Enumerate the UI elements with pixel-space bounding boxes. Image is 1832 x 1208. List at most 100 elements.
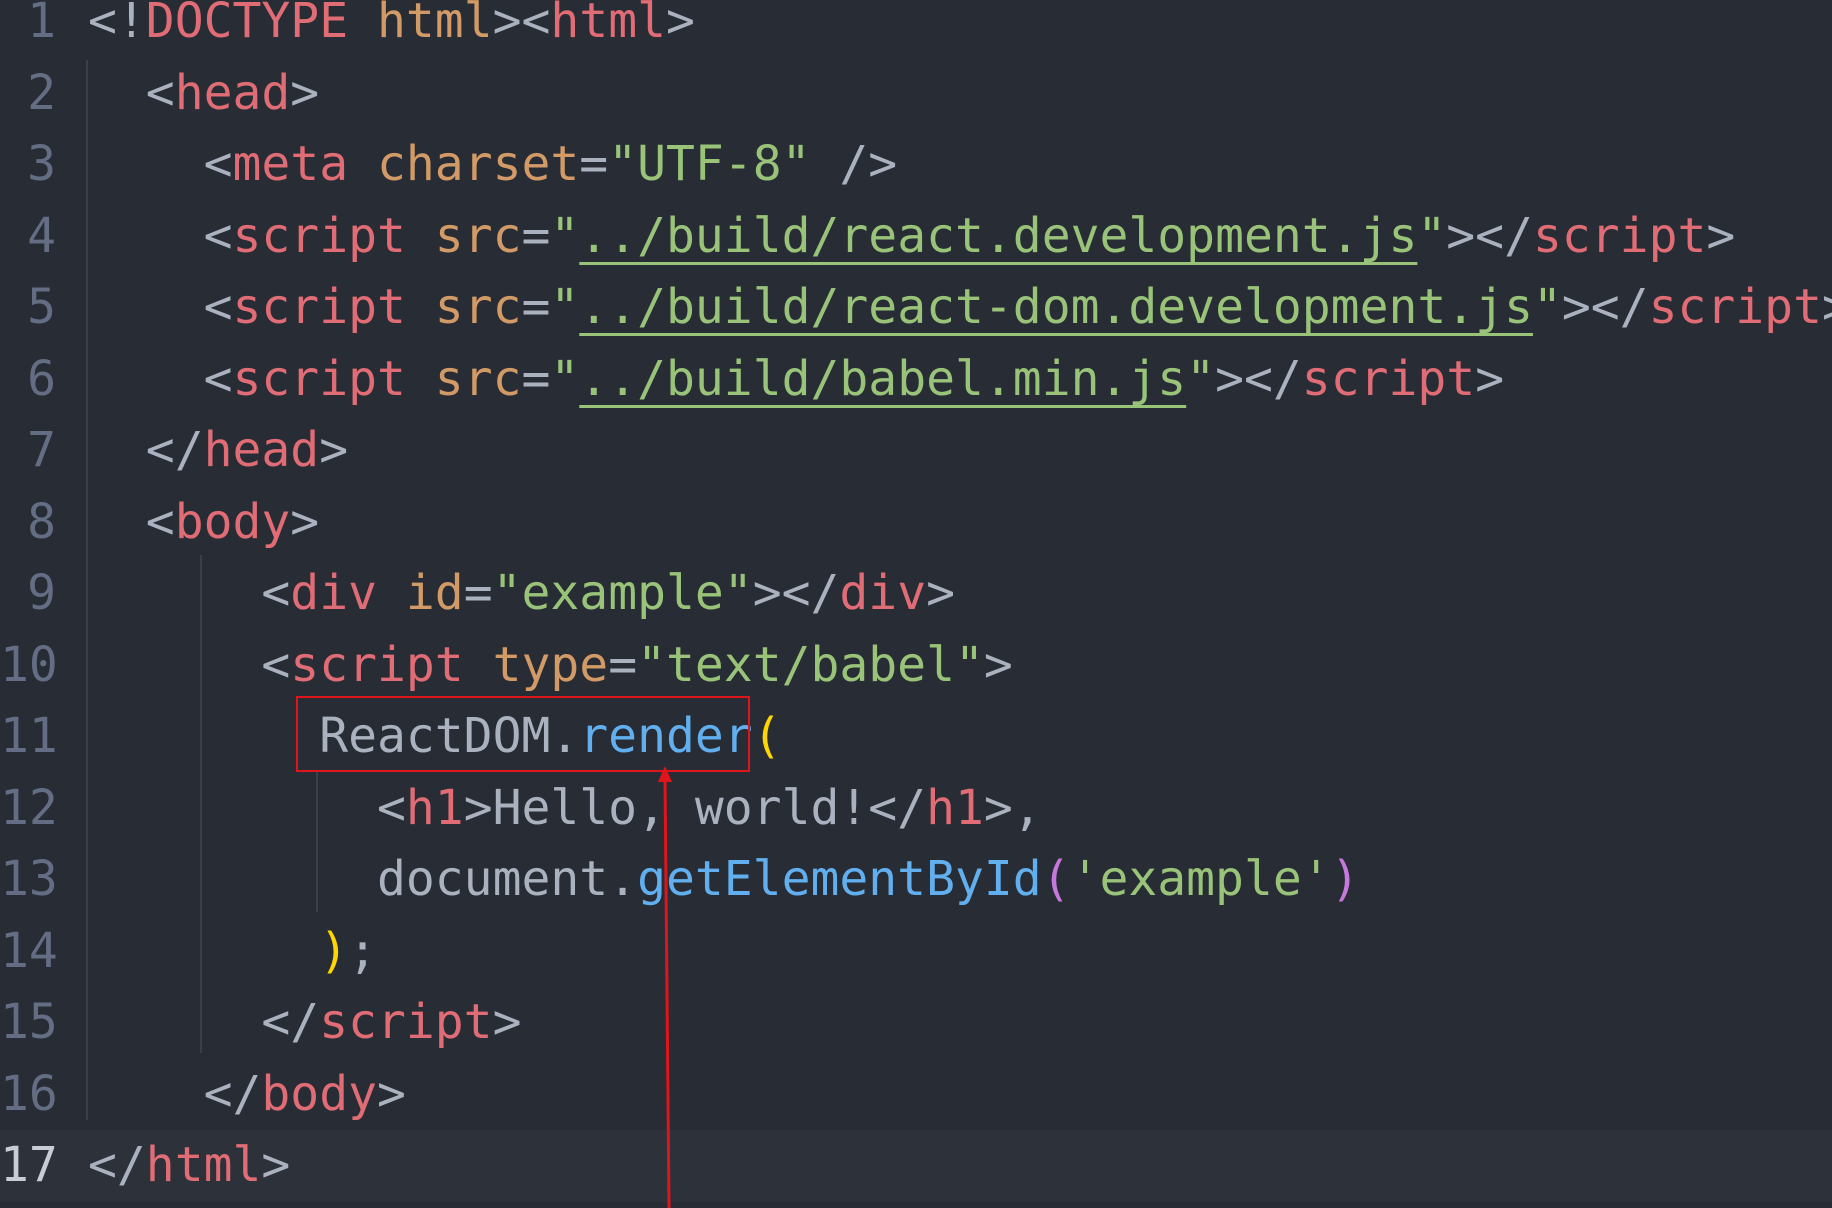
line-code: ); bbox=[88, 916, 377, 988]
code-line[interactable]: 16 </body> bbox=[0, 1059, 1832, 1131]
code-token: " bbox=[1417, 207, 1447, 264]
code-token: ></ bbox=[1446, 207, 1533, 264]
code-token: html bbox=[377, 0, 493, 49]
code-token: > bbox=[261, 1137, 291, 1193]
code-line[interactable]: 15 </script> bbox=[0, 987, 1832, 1059]
code-token: > bbox=[492, 994, 522, 1050]
code-token: > bbox=[1706, 207, 1736, 264]
code-token: < bbox=[88, 636, 291, 693]
code-token: script bbox=[232, 350, 406, 407]
code-line[interactable]: 3 <meta charset="UTF-8" /> bbox=[0, 129, 1832, 201]
line-code: <body> bbox=[88, 487, 319, 559]
code-token: <! bbox=[88, 0, 146, 49]
code-token: >< bbox=[492, 0, 551, 49]
line-number: 12 bbox=[0, 779, 58, 836]
line-code: </script> bbox=[88, 987, 521, 1059]
code-token: html bbox=[550, 0, 666, 49]
code-line[interactable]: 17 </html> bbox=[0, 1130, 1832, 1202]
code-token: > bbox=[376, 1065, 406, 1122]
code-token: </ bbox=[88, 1137, 146, 1193]
code-line[interactable]: 5 <script src="../build/react-dom.develo… bbox=[0, 272, 1832, 344]
code-token: ></ bbox=[1215, 350, 1302, 407]
line-number: 13 bbox=[0, 851, 58, 907]
line-code: <script src="../build/babel.min.js"></sc… bbox=[88, 344, 1505, 416]
code-line[interactable]: 9 <div id="example"></div> bbox=[0, 558, 1832, 630]
line-number: 15 bbox=[0, 994, 58, 1050]
code-token: < bbox=[88, 493, 175, 550]
code-token: DOCTYPE bbox=[145, 0, 349, 49]
line-number: 17 bbox=[0, 1137, 58, 1193]
code-token: script bbox=[1301, 350, 1476, 407]
code-token: html bbox=[145, 1137, 262, 1193]
code-token: " bbox=[550, 279, 580, 335]
code-line[interactable]: 13 document.getElementById('example') bbox=[0, 844, 1832, 916]
code-token: script bbox=[1648, 279, 1822, 335]
code-token: = bbox=[521, 207, 551, 264]
code-token: document. bbox=[88, 851, 638, 907]
code-token: </ bbox=[88, 422, 204, 478]
code-token: = bbox=[521, 350, 551, 407]
code-line[interactable]: 8 <body> bbox=[0, 487, 1832, 559]
code-line[interactable]: 10 <script type="text/babel"> bbox=[0, 630, 1832, 702]
code-token: ; bbox=[348, 922, 377, 979]
line-number: 5 bbox=[27, 279, 56, 335]
code-token: " bbox=[550, 350, 580, 407]
code-token: < bbox=[88, 350, 233, 407]
code-line[interactable]: 6 <script src="../build/babel.min.js"></… bbox=[0, 344, 1832, 416]
code-token: < bbox=[88, 565, 291, 621]
code-line[interactable]: 11 ReactDOM.render( bbox=[0, 701, 1832, 773]
code-token: " bbox=[550, 207, 580, 264]
code-token: src bbox=[434, 350, 522, 407]
line-code: </html> bbox=[88, 1130, 290, 1202]
code-token: </ bbox=[88, 1065, 262, 1122]
code-token: < bbox=[88, 207, 233, 264]
code-token: ></ bbox=[1561, 279, 1649, 335]
highlight-box bbox=[296, 696, 750, 772]
code-token: < bbox=[88, 64, 175, 121]
code-token: "example" bbox=[492, 565, 753, 621]
line-number: 14 bbox=[0, 922, 58, 979]
line-code: <script type="text/babel"> bbox=[88, 630, 1013, 702]
code-token: > bbox=[983, 636, 1013, 693]
code-line[interactable]: 14 ); bbox=[0, 916, 1832, 988]
code-token: > bbox=[290, 493, 320, 550]
code-token: >Hello, world!</ bbox=[463, 779, 927, 836]
code-token: " bbox=[1186, 350, 1216, 407]
code-token: head bbox=[203, 422, 320, 478]
line-number: 10 bbox=[0, 636, 58, 693]
code-token: < bbox=[88, 779, 406, 836]
code-token: > bbox=[665, 0, 695, 49]
code-token: type bbox=[492, 636, 609, 693]
code-token: > bbox=[1475, 350, 1505, 407]
code-token: = bbox=[521, 279, 551, 335]
code-token: script bbox=[1532, 207, 1707, 264]
code-token: script bbox=[232, 207, 406, 264]
code-line[interactable]: 4 <script src="../build/react.developmen… bbox=[0, 201, 1832, 273]
code-line[interactable]: 7 </head> bbox=[0, 415, 1832, 487]
code-token: = bbox=[463, 565, 493, 621]
code-editor[interactable]: 1 <!DOCTYPE html><html> 2 <head> 3 <meta ch… bbox=[0, 0, 1832, 1208]
code-line[interactable]: 12 <h1>Hello, world!</h1>, bbox=[0, 773, 1832, 845]
code-token: "UTF-8" bbox=[608, 136, 811, 192]
code-token: " bbox=[1532, 279, 1562, 335]
code-token: ( bbox=[1041, 851, 1071, 907]
code-token: div bbox=[839, 565, 927, 621]
code-token: ( bbox=[752, 708, 782, 764]
line-code: <div id="example"></div> bbox=[88, 558, 955, 630]
line-code: <!DOCTYPE html><html> bbox=[88, 0, 695, 58]
code-line[interactable]: 1 <!DOCTYPE html><html> bbox=[0, 0, 1832, 58]
code-line[interactable]: 2 <head> bbox=[0, 58, 1832, 130]
line-code: </body> bbox=[88, 1059, 406, 1131]
code-token: body bbox=[174, 493, 291, 550]
line-number: 6 bbox=[27, 350, 56, 407]
code-token: "text/babel" bbox=[637, 636, 984, 693]
code-token: </ bbox=[88, 994, 320, 1050]
code-token: < bbox=[88, 136, 233, 192]
code-token: > bbox=[1822, 279, 1832, 335]
code-token: ) bbox=[1330, 851, 1360, 907]
code-token: > bbox=[926, 565, 956, 621]
